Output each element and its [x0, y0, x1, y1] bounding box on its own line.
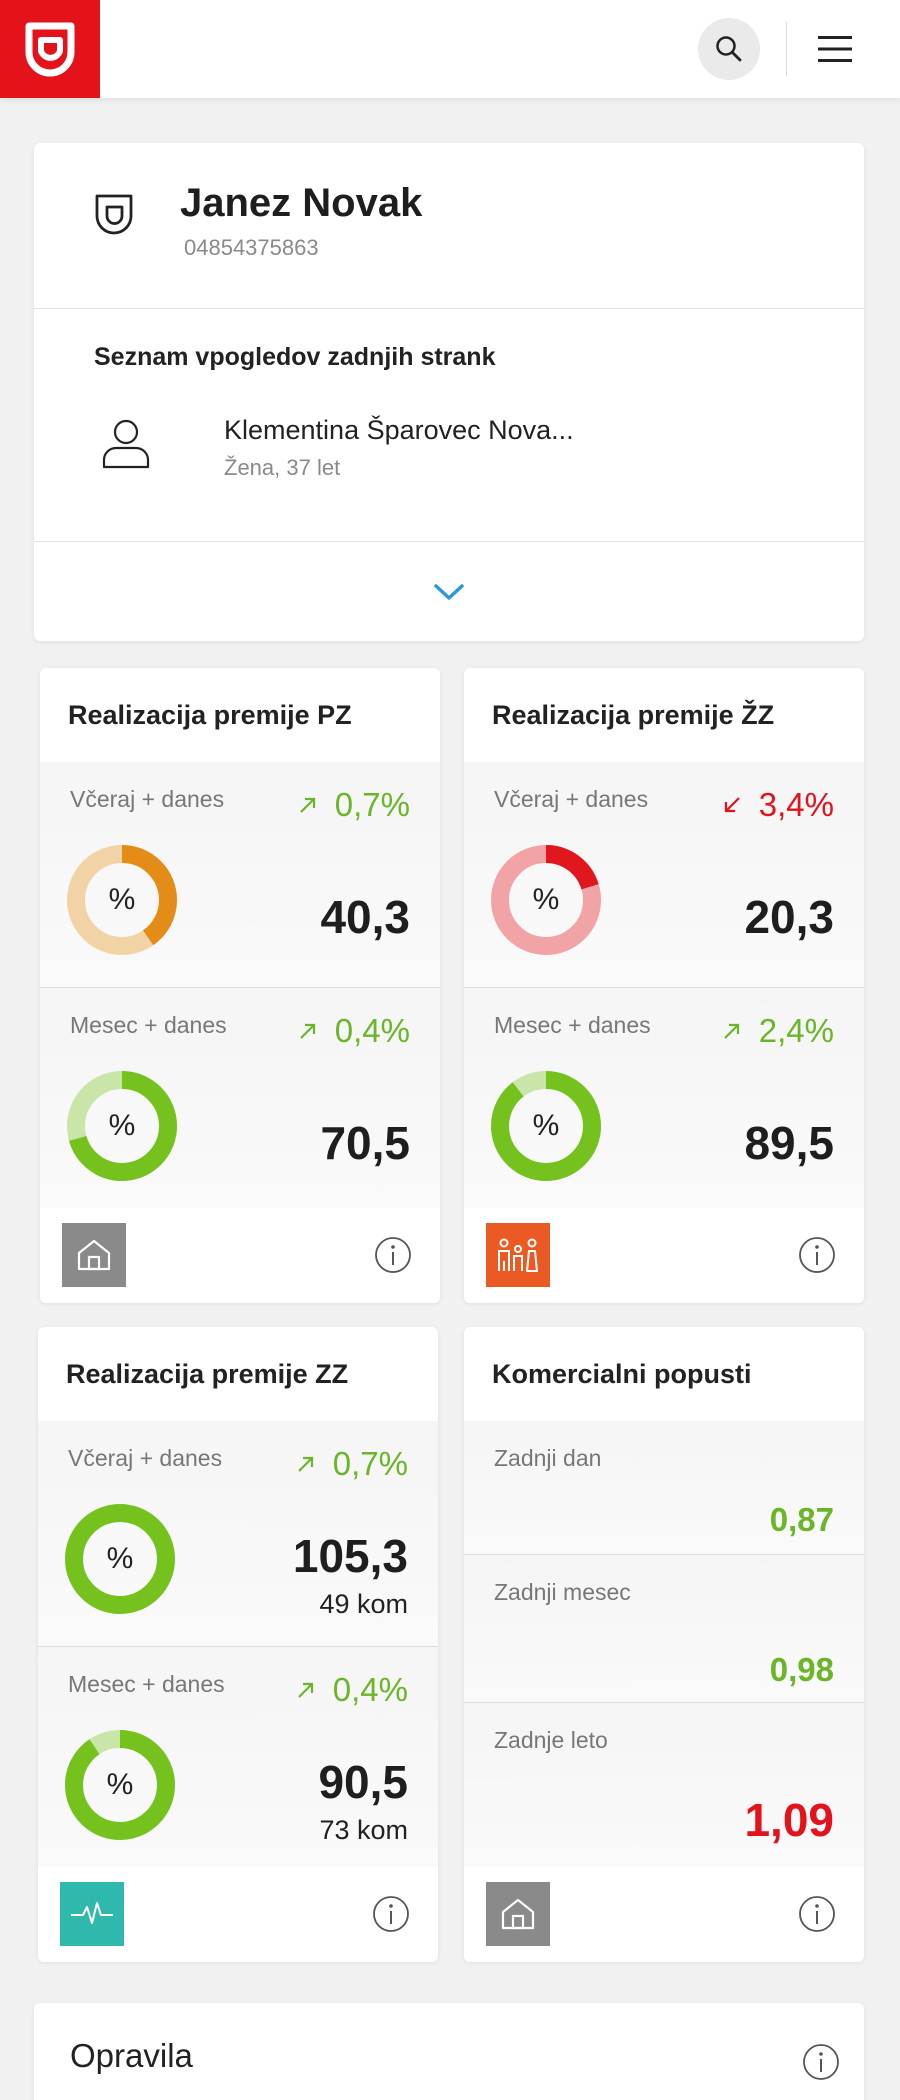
- house-icon: [62, 1223, 126, 1287]
- discounts-card: Komercialni popusti Zadnji dan 0,87 Zadn…: [464, 1327, 864, 1962]
- section-month-today: Mesec + danes 2,4%% 89,5: [464, 988, 864, 1214]
- discount-value: 0,98: [769, 1651, 834, 1688]
- premium-card: Realizacija premije ŽZ Včeraj + danes 3,4%…: [464, 668, 864, 1303]
- info-icon[interactable]: [372, 1895, 410, 1933]
- section-value: 40,3: [320, 891, 410, 943]
- triglav-logo[interactable]: [0, 0, 100, 98]
- percent-label: %: [106, 1542, 134, 1575]
- card-footer: [40, 1208, 440, 1303]
- section-value: 105,3: [292, 1530, 408, 1582]
- discount-row-day: Zadnji dan 0,87: [464, 1421, 864, 1555]
- info-icon[interactable]: [798, 1895, 836, 1933]
- trend-value: 0,4%: [332, 1671, 408, 1708]
- trend-value: 3,4%: [758, 786, 834, 823]
- hamburger-menu-icon: [818, 36, 852, 62]
- percent-label: %: [532, 883, 560, 916]
- trend-up-icon: [300, 797, 315, 813]
- trend-indicator: 3,4%: [721, 786, 834, 824]
- chevron-down-icon: [434, 583, 464, 600]
- header-divider: [786, 22, 787, 76]
- person-icon: [102, 419, 150, 469]
- section-value: 90,5: [318, 1756, 408, 1808]
- section-value: 70,5: [320, 1117, 410, 1169]
- trend-value: 2,4%: [758, 1012, 834, 1049]
- trend-indicator: 0,7%: [295, 1445, 408, 1483]
- recent-client-details: Žena, 37 let: [224, 455, 341, 480]
- section-label: Mesec + danes: [494, 1012, 651, 1038]
- trend-indicator: 0,4%: [295, 1671, 408, 1709]
- trend-up-icon: [300, 1023, 315, 1039]
- profile-name: Janez Novak: [180, 181, 423, 225]
- recent-clients-title: Seznam vpogledov zadnjih strank: [94, 343, 496, 371]
- card-footer: [464, 1208, 864, 1303]
- discounts-title: Komercialni popusti: [464, 1327, 864, 1421]
- trend-up-icon: [298, 1456, 313, 1472]
- card-title: Realizacija premije ŽZ: [464, 668, 864, 762]
- discount-value: 1,09: [744, 1794, 834, 1846]
- expand-recent-button[interactable]: [34, 541, 864, 641]
- percent-label: %: [532, 1109, 560, 1142]
- section-count: 73 kom: [319, 1815, 408, 1845]
- section-value: 20,3: [744, 891, 834, 943]
- discounts-footer: [464, 1867, 864, 1962]
- percent-label: %: [108, 1109, 136, 1142]
- triglav-shield-logo-icon: [25, 22, 75, 77]
- search-button[interactable]: [698, 18, 760, 80]
- section-count: 49 kom: [319, 1589, 408, 1619]
- tasks-title: Opravila: [70, 2037, 193, 2074]
- section-month-today: Mesec + danes 0,4%% 90,5 73 kom: [38, 1647, 438, 1873]
- section-label: Mesec + danes: [68, 1671, 225, 1697]
- percent-label: %: [106, 1768, 134, 1801]
- discount-value: 0,87: [769, 1501, 834, 1538]
- card-title: Realizacija premije PZ: [40, 668, 440, 762]
- section-label: Včeraj + danes: [70, 786, 225, 812]
- discount-label: Zadnji dan: [494, 1445, 602, 1471]
- family-icon: [486, 1223, 550, 1287]
- premium-card: Realizacija premije PZ Včeraj + danes 0,7%…: [40, 668, 440, 1303]
- recent-client-name: Klementina Šparovec Nova...: [224, 415, 574, 445]
- info-icon[interactable]: [798, 1236, 836, 1274]
- trend-indicator: 2,4%: [721, 1012, 834, 1050]
- profile-card: Janez Novak 04854375863 Seznam vpogledov…: [34, 143, 864, 641]
- top-bar: [0, 0, 900, 98]
- discount-label: Zadnje leto: [494, 1727, 608, 1753]
- heartbeat-icon: [60, 1882, 124, 1946]
- house-icon: [486, 1882, 550, 1946]
- trend-up-icon: [298, 1682, 313, 1698]
- trend-indicator: 0,4%: [297, 1012, 410, 1050]
- menu-button[interactable]: [800, 20, 870, 78]
- tasks-card[interactable]: Opravila: [34, 2003, 864, 2100]
- info-icon[interactable]: [802, 2043, 840, 2081]
- info-icon[interactable]: [374, 1236, 412, 1274]
- trend-value: 0,7%: [332, 1445, 408, 1482]
- card-title: Realizacija premije ZZ: [38, 1327, 438, 1421]
- profile-header: Janez Novak 04854375863: [34, 143, 864, 309]
- trend-down-icon: [724, 797, 740, 813]
- section-label: Včeraj + danes: [494, 786, 649, 812]
- discount-label: Zadnji mesec: [494, 1579, 631, 1605]
- triglav-shield-icon: [95, 194, 133, 235]
- card-footer: [38, 1867, 438, 1962]
- discount-row-month: Zadnji mesec 0,98: [464, 1555, 864, 1703]
- section-yesterday-today: Včeraj + danes 0,7%% 40,3: [40, 762, 440, 988]
- premium-card: Realizacija premije ZZ Včeraj + danes 0,7%…: [38, 1327, 438, 1962]
- discount-row-year: Zadnje leto 1,09: [464, 1703, 864, 1867]
- trend-indicator: 0,7%: [297, 786, 410, 824]
- trend-value: 0,4%: [334, 1012, 410, 1049]
- section-value: 89,5: [744, 1117, 834, 1169]
- search-icon: [716, 36, 742, 62]
- section-label: Mesec + danes: [70, 1012, 227, 1038]
- section-yesterday-today: Včeraj + danes 0,7%% 105,3 49 kom: [38, 1421, 438, 1647]
- profile-id: 04854375863: [184, 235, 319, 260]
- trend-up-icon: [724, 1023, 739, 1039]
- section-yesterday-today: Včeraj + danes 3,4%% 20,3: [464, 762, 864, 988]
- percent-label: %: [108, 883, 136, 916]
- section-month-today: Mesec + danes 0,4%% 70,5: [40, 988, 440, 1214]
- trend-value: 0,7%: [334, 786, 410, 823]
- recent-client-item[interactable]: Klementina Šparovec Nova... Žena, 37 let: [74, 405, 834, 505]
- section-label: Včeraj + danes: [68, 1445, 223, 1471]
